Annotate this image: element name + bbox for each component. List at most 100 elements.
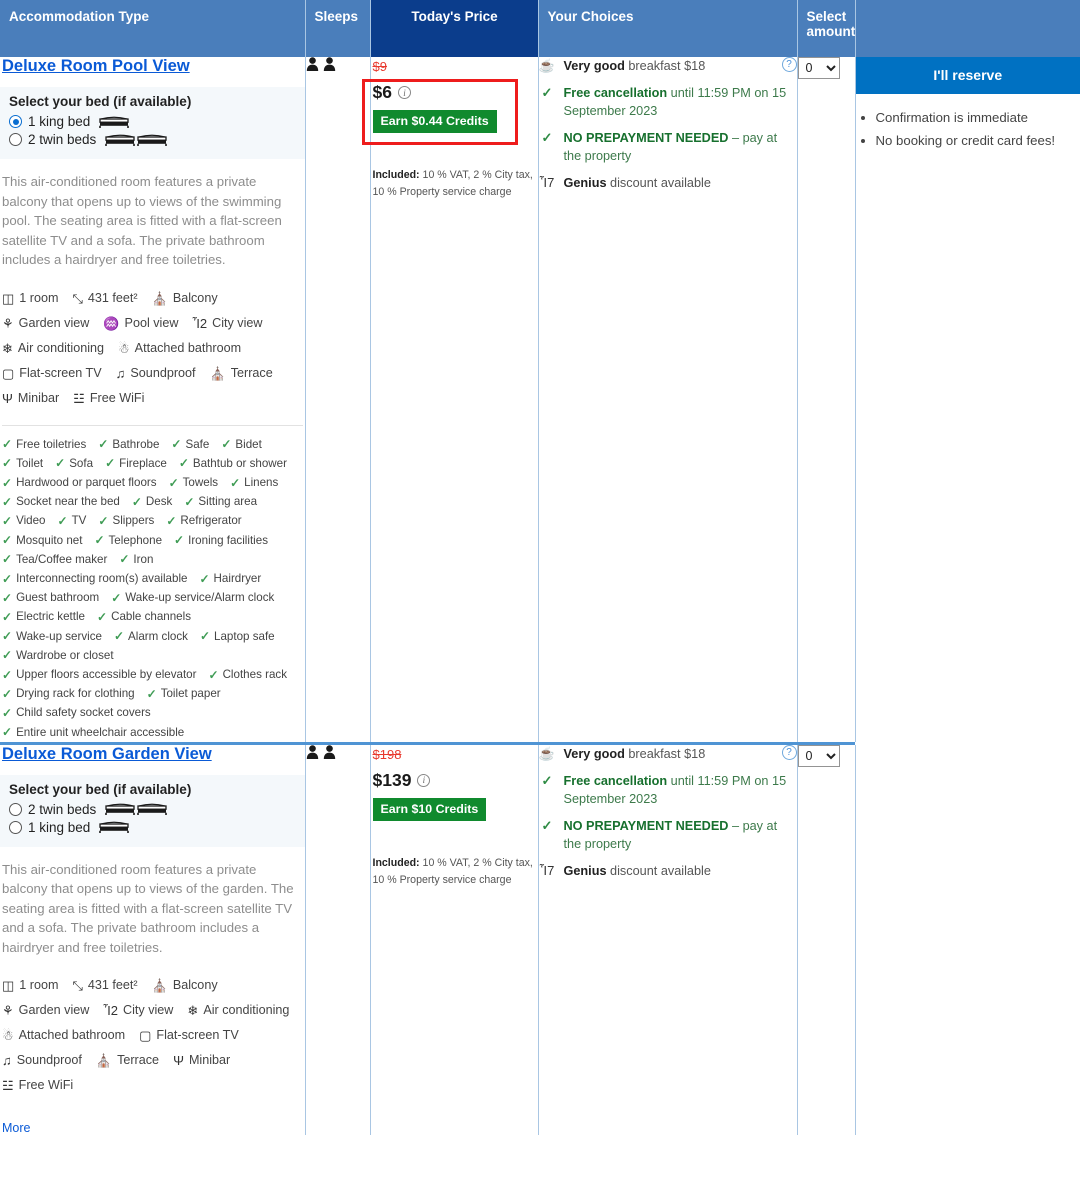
facility-item: ⛪ Balcony [152, 973, 218, 998]
bed-option[interactable]: 2 twin beds [9, 802, 296, 817]
check-icon: ✓ [171, 437, 182, 452]
choice-strong: Free cancellation [563, 86, 668, 100]
amenity-label: Desk [145, 495, 173, 509]
more-link[interactable]: More [2, 1121, 30, 1135]
accommodation-type-cell: Deluxe Room Pool View Select your bed (if… [0, 57, 306, 742]
amenity-item: ✓ Refrigerator [166, 511, 241, 530]
amenity-item: ✓ Wake-up service/Alarm clock [111, 588, 274, 607]
bed-radio[interactable] [9, 133, 22, 146]
amenity-item: ✓ Sofa [55, 454, 93, 473]
room-title-link[interactable]: Deluxe Room Garden View [2, 745, 212, 764]
tag-icon: Ἷ7 [539, 862, 555, 878]
attached-bathroom-icon: ☃ [2, 1028, 14, 1044]
amenity-line: ✓ Tea/Coffee maker ✓ Iron [2, 550, 305, 569]
amenity-label: Bathtub or shower [192, 456, 287, 470]
facility-label: Minibar [17, 390, 60, 405]
bed-selector: Select your bed (if available) 2 twin bed… [0, 774, 305, 847]
room-description: This air-conditioned room features a pri… [2, 174, 282, 267]
amenity-line: ✓ Mosquito net ✓ Telephone ✓ Ironing faciliti… [2, 531, 305, 550]
info-icon[interactable]: i [397, 86, 411, 99]
help-icon[interactable]: ? [781, 744, 797, 760]
bed-glyph [137, 134, 168, 146]
bed-glyph [105, 803, 136, 816]
amenity-label: Hairdryer [213, 571, 262, 585]
bed-option[interactable]: 2 twin beds [9, 132, 296, 147]
amenity-line: ✓ Upper floors accessible by elevator ✓ Clo… [2, 665, 305, 684]
facility-line: ☃ Attached bathroom ▢ Flat-screen TV [2, 1023, 305, 1048]
check-icon: ✓ [166, 513, 177, 528]
amenity-line: ✓ Socket near the bed ✓ Desk ✓ Sitting area [2, 492, 305, 511]
bed-option[interactable]: 1 king bed [9, 114, 296, 129]
price-block: $9 $6 i Earn $0.44 Credits Included: 10 % VA… [361, 59, 538, 201]
bed-option[interactable]: 1 king bed [9, 820, 296, 835]
amenity-item: ✓ Sitting area [184, 492, 257, 511]
select-amount-dropdown[interactable]: 0123 [797, 744, 840, 767]
facility-item: ◫ 1 room [2, 286, 59, 311]
check-icon: ✓ [541, 85, 553, 100]
room-title-link[interactable]: Deluxe Room Pool View [2, 57, 190, 76]
amenity-label: Video [16, 514, 46, 528]
facility-item: ▢ Flat-screen TV [139, 1023, 239, 1048]
area-size-icon: ⤡ [72, 978, 83, 994]
bed-option-label: 1 king bed [28, 114, 91, 129]
check-icon: ✓ [98, 513, 109, 528]
reserve-button[interactable]: I'll reserve [855, 57, 1080, 94]
check-icon: ✓ [221, 437, 232, 452]
check-icon: ✓ [2, 552, 13, 567]
amenity-item: ✓ Tea/Coffee maker [2, 550, 107, 569]
choice-strong: Genius [563, 863, 607, 878]
table-row: Deluxe Room Pool View Select your bed (if… [0, 57, 1080, 742]
amenity-label: Mosquito net [16, 533, 83, 547]
amenity-item: ✓ Hairdryer [199, 569, 261, 588]
facility-label: Terrace [117, 1053, 160, 1068]
amenity-item: ✓ Alarm clock [114, 627, 188, 646]
sleeps-cell [305, 57, 371, 742]
header-your-choices[interactable]: Your Choices [538, 0, 798, 57]
header-select-amount[interactable]: Select amount [797, 0, 856, 57]
header-todays-price[interactable]: Today's Price [370, 0, 539, 57]
free-wifi-icon: ☳ [2, 1078, 14, 1094]
facility-label: Minibar [188, 1053, 231, 1068]
info-icon[interactable]: i [417, 773, 431, 787]
amenity-item: ✓ Entire unit wheelchair accessible [2, 723, 184, 742]
bed-radio[interactable] [9, 115, 22, 128]
facility-item: ☳ Free WiFi [2, 1073, 73, 1098]
amenity-label: Bathrobe [112, 437, 160, 451]
amenity-item: ✓ Toilet [2, 454, 43, 473]
check-icon: ✓ [2, 513, 13, 528]
choice-item: ✓ Free cancellation until 11:59 PM on 15 … [539, 84, 797, 120]
check-icon: ✓ [94, 533, 105, 548]
select-amount-dropdown[interactable]: 0123 [797, 57, 840, 79]
amenity-line: ✓ Electric kettle ✓ Cable channels [2, 607, 305, 626]
amenity-label: Guest bathroom [16, 591, 100, 605]
check-icon: ✓ [2, 494, 13, 509]
room-options-table: Accommodation Type Sleeps Today's Price … [0, 0, 1080, 1136]
bed-option-label: 2 twin beds [28, 801, 97, 817]
benefit-item: Confirmation is immediate [876, 108, 1080, 128]
choice-strong: NO PREPAYMENT NEEDED [563, 818, 729, 833]
amenity-label: Ironing facilities [188, 533, 268, 547]
facility-label: 1 room [19, 290, 59, 305]
header-sleeps[interactable]: Sleeps [305, 0, 371, 57]
choice-item: ☕ Very good breakfast $18? [539, 744, 797, 763]
city-view-icon: Ἶ2 [103, 1003, 119, 1019]
check-icon: ✓ [2, 590, 13, 605]
soundproof-icon: ♫ [2, 1053, 12, 1069]
sleeps-cell [305, 744, 371, 1136]
check-icon: ✓ [2, 571, 13, 586]
help-icon[interactable]: ? [781, 57, 797, 72]
amenity-item: ✓ Interconnecting room(s) available [2, 569, 187, 588]
facility-line: ▢ Flat-screen TV ♫ Soundproof ⛪ Terrace [2, 361, 305, 386]
amenity-label: Drying rack for clothing [16, 687, 135, 701]
header-accommodation-type[interactable]: Accommodation Type [0, 0, 306, 57]
person-icon [323, 57, 335, 71]
amenity-label: Alarm clock [128, 629, 188, 643]
bed-radio[interactable] [9, 820, 22, 834]
attached-bathroom-icon: ☃ [118, 340, 130, 356]
accommodation-type-cell: Deluxe Room Garden View Select your bed (… [0, 744, 306, 1136]
amenity-item: ✓ Ironing facilities [174, 531, 268, 550]
bed-radio[interactable] [9, 802, 22, 816]
amenity-item: ✓ Socket near the bed [2, 492, 120, 511]
check-icon: ✓ [178, 456, 189, 471]
amenity-item: ✓ Toilet paper [147, 684, 221, 703]
